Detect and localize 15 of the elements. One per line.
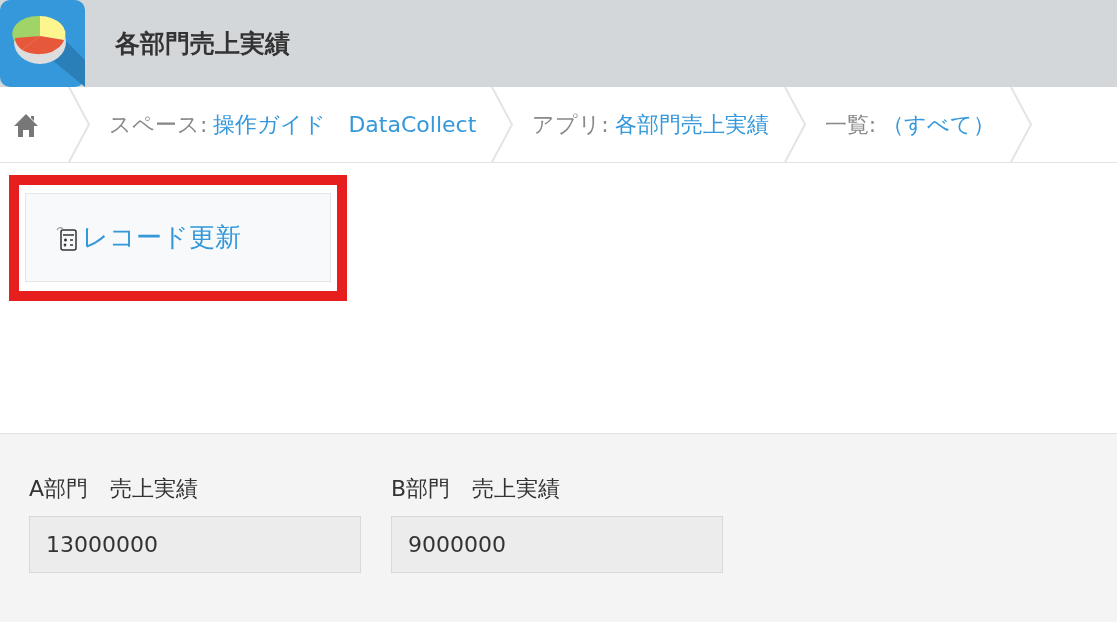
- breadcrumb-link[interactable]: 操作ガイド: [213, 109, 327, 140]
- breadcrumb-link[interactable]: 各部門売上実績: [614, 109, 769, 140]
- home-icon[interactable]: [13, 111, 39, 138]
- app-title: 各部門売上実績: [115, 28, 290, 60]
- breadcrumb-link[interactable]: DataCollect: [348, 112, 477, 137]
- readonly-field: 13000000: [29, 516, 361, 573]
- breadcrumb-label: 一覧:: [824, 110, 877, 139]
- update-records-button[interactable]: レコード更新: [25, 193, 331, 282]
- breadcrumb-label: スペース:: [109, 110, 208, 139]
- field-label: B部門 売上実績: [391, 475, 562, 503]
- breadcrumb-label: アプリ:: [532, 110, 609, 139]
- readonly-field: 9000000: [391, 516, 723, 573]
- calculator-icon: [56, 224, 78, 251]
- field-label: A部門 売上実績: [29, 475, 200, 503]
- breadcrumb-link[interactable]: （すべて）: [882, 109, 996, 140]
